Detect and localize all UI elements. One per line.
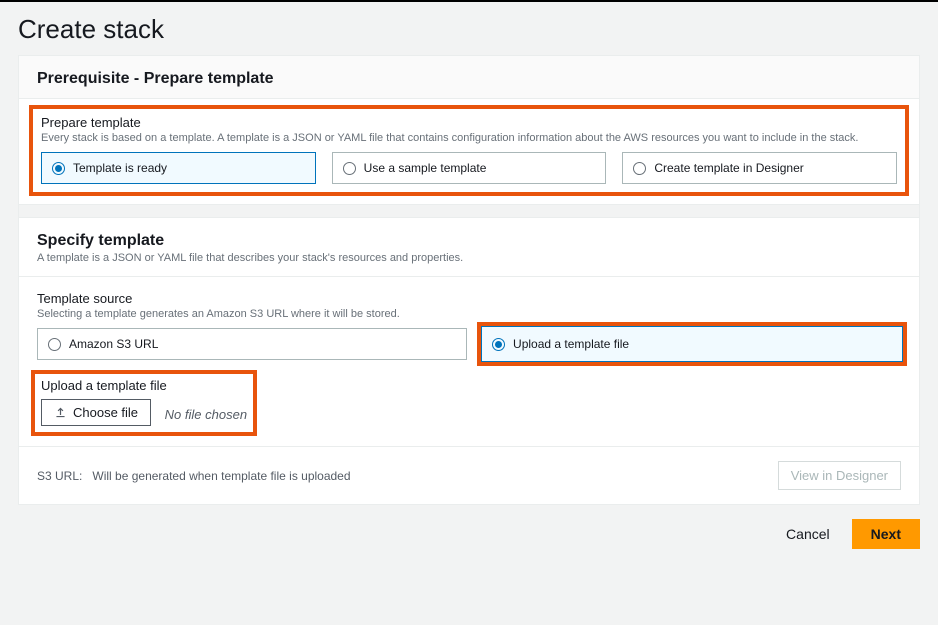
file-chosen-status: No file chosen xyxy=(165,407,247,422)
next-button[interactable]: Next xyxy=(852,519,920,549)
template-source-desc: Selecting a template generates an Amazon… xyxy=(37,308,901,320)
radio-icon xyxy=(48,338,61,351)
highlight-choose-file: Upload a template file Choose file No fi… xyxy=(31,370,257,436)
create-stack-panel: Prerequisite - Prepare template Prepare … xyxy=(18,55,920,505)
specify-template-header: Specify template xyxy=(19,218,919,252)
prerequisite-header: Prerequisite - Prepare template xyxy=(19,56,919,99)
choose-file-label: Choose file xyxy=(73,405,138,420)
view-in-designer-button[interactable]: View in Designer xyxy=(778,461,901,490)
upload-template-row: Upload a template file Choose file No fi… xyxy=(37,374,901,430)
footer-actions: Cancel Next xyxy=(0,505,938,549)
choose-file-button[interactable]: Choose file xyxy=(41,399,151,426)
option-sample-template[interactable]: Use a sample template xyxy=(332,152,607,184)
template-source-label: Template source xyxy=(37,291,901,306)
option-label: Amazon S3 URL xyxy=(69,337,158,351)
option-label: Use a sample template xyxy=(364,161,487,175)
radio-icon xyxy=(343,162,356,175)
option-template-ready[interactable]: Template is ready xyxy=(41,152,316,184)
radio-icon xyxy=(633,162,646,175)
prepare-template-options: Template is ready Use a sample template … xyxy=(41,152,897,184)
page-title: Create stack xyxy=(0,2,938,55)
radio-icon xyxy=(52,162,65,175)
s3-url-label: S3 URL: xyxy=(37,469,82,483)
specify-template-desc: A template is a JSON or YAML file that d… xyxy=(19,252,919,276)
cancel-button[interactable]: Cancel xyxy=(776,520,840,548)
specify-template-title: Specify template xyxy=(37,232,901,250)
s3-url-row: S3 URL: Will be generated when template … xyxy=(19,446,919,504)
highlight-upload-option: Upload a template file xyxy=(477,322,907,366)
template-source-options: Amazon S3 URL Upload a template file xyxy=(37,328,901,360)
template-source-section: Template source Selecting a template gen… xyxy=(19,277,919,446)
option-create-designer[interactable]: Create template in Designer xyxy=(622,152,897,184)
radio-icon xyxy=(492,338,505,351)
s3-url-text: S3 URL: Will be generated when template … xyxy=(37,469,351,483)
option-label: Create template in Designer xyxy=(654,161,803,175)
prepare-template-section: Prepare template Every stack is based on… xyxy=(19,99,919,204)
option-label: Template is ready xyxy=(73,161,167,175)
s3-url-value: Will be generated when template file is … xyxy=(92,469,350,483)
upload-icon xyxy=(54,406,67,419)
option-s3-url[interactable]: Amazon S3 URL xyxy=(37,328,467,360)
option-upload-file[interactable]: Upload a template file xyxy=(481,326,903,362)
option-label: Upload a template file xyxy=(513,337,629,351)
upload-template-label: Upload a template file xyxy=(41,378,247,393)
prepare-template-label: Prepare template xyxy=(41,115,897,130)
prerequisite-title: Prerequisite - Prepare template xyxy=(37,70,901,88)
section-divider xyxy=(19,204,919,218)
prepare-template-desc: Every stack is based on a template. A te… xyxy=(41,132,897,144)
highlight-prepare-template: Prepare template Every stack is based on… xyxy=(29,105,909,196)
